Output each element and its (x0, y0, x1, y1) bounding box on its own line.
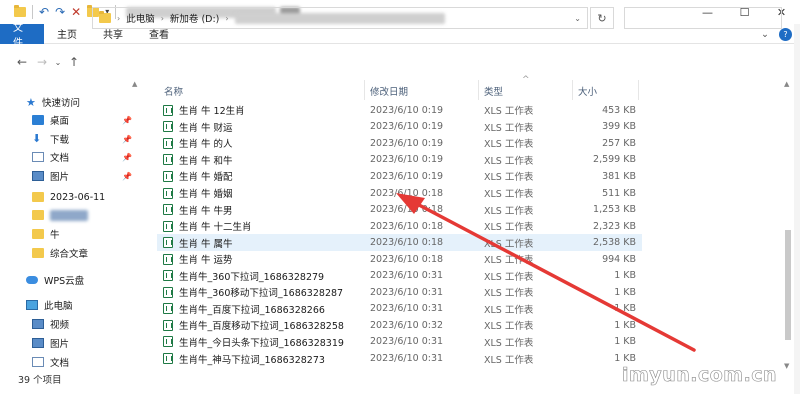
arrow-head (396, 193, 425, 214)
status-item-count: 39 个项目 (18, 375, 62, 386)
annotation-arrow (396, 193, 696, 352)
watermark: imyun.com.cn (622, 364, 778, 387)
arrow-shaft (400, 194, 696, 352)
